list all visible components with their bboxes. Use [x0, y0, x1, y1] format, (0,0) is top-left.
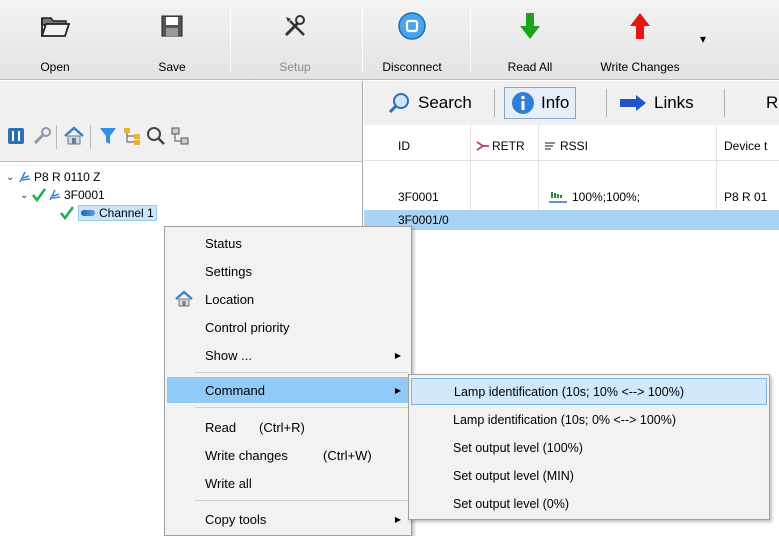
- tab-separator: [724, 89, 725, 117]
- arrow-down-icon: [519, 4, 541, 48]
- write-changes-button[interactable]: Write Changes: [592, 4, 688, 76]
- save-label: Save: [158, 60, 186, 74]
- setup-label: Setup: [279, 60, 311, 74]
- signal-icon: [544, 140, 556, 152]
- cell-rssi: 100%;100%;: [548, 190, 640, 204]
- tab-separator: [494, 89, 495, 117]
- tab-search[interactable]: Search: [382, 87, 478, 119]
- toolbar-separator: [362, 8, 363, 72]
- open-button[interactable]: Open: [30, 4, 80, 76]
- retransmit-icon: [476, 140, 490, 152]
- filter-icon[interactable]: [96, 124, 120, 148]
- menu-separator: [195, 407, 409, 408]
- write-changes-label: Write Changes: [600, 60, 680, 74]
- search-icon: [388, 92, 412, 114]
- tab-search-label: Search: [418, 93, 472, 112]
- home-icon: [175, 290, 193, 308]
- check-icon: [60, 206, 78, 220]
- expanded-chevron-icon[interactable]: ⌄: [6, 172, 18, 183]
- tab-links-label: Links: [654, 93, 694, 112]
- column-header-id[interactable]: ID: [398, 139, 410, 153]
- submenu-arrow-icon: ▶: [394, 514, 401, 524]
- menu-item-status[interactable]: Status: [167, 230, 409, 256]
- menu-item-write-changes[interactable]: Write changes (Ctrl+W): [167, 442, 409, 468]
- tree-node-channel[interactable]: Channel 1: [60, 204, 157, 222]
- submenu-item-output-100[interactable]: Set output level (100%): [411, 434, 767, 461]
- menu-item-copy-tools[interactable]: Copy tools ▶: [167, 506, 409, 532]
- menu-item-read[interactable]: Read (Ctrl+R): [167, 414, 409, 440]
- save-button[interactable]: Save: [150, 4, 194, 76]
- wrench-icon[interactable]: [30, 124, 54, 148]
- tab-partial-label: R: [766, 93, 779, 112]
- network-view-icon[interactable]: [168, 124, 192, 148]
- check-icon: [32, 188, 48, 202]
- menu-item-control-priority[interactable]: Control priority: [167, 314, 409, 340]
- command-submenu: Lamp identification (10s; 10% <--> 100%)…: [408, 374, 770, 520]
- submenu-arrow-icon: ▶: [394, 385, 401, 395]
- setup-button[interactable]: Setup: [270, 4, 320, 76]
- info-icon: [511, 91, 535, 115]
- tab-info-label: Info: [541, 93, 570, 112]
- expanded-chevron-icon[interactable]: ⌄: [20, 190, 32, 201]
- column-header-rssi[interactable]: RSSI: [544, 139, 588, 153]
- tools-icon: [282, 4, 308, 48]
- menu-item-settings[interactable]: Settings: [167, 258, 409, 284]
- submenu-item-output-min[interactable]: Set output level (MIN): [411, 462, 767, 489]
- antenna-icon: [18, 170, 34, 184]
- menu-item-write-all[interactable]: Write all: [167, 470, 409, 496]
- tree-root-label: P8 R 0110 Z: [34, 170, 101, 184]
- signal-strength-icon: [548, 190, 568, 204]
- cell-id: 3F0001: [398, 190, 439, 204]
- disconnect-label: Disconnect: [382, 60, 442, 74]
- tree-channel-item: Channel 1: [78, 205, 157, 221]
- column-header-device-type[interactable]: Device t: [724, 139, 767, 153]
- submenu-item-output-0[interactable]: Set output level (0%): [411, 490, 767, 517]
- tree-toolbar-separator: [56, 125, 57, 149]
- menu-item-command[interactable]: Command ▶: [167, 377, 409, 403]
- column-header-retr[interactable]: RETR: [476, 139, 525, 153]
- tree-toolbar: [0, 81, 362, 162]
- cell-device-type: P8 R 01: [724, 190, 768, 204]
- tab-info[interactable]: Info: [504, 87, 577, 119]
- menu-item-show[interactable]: Show ... ▶: [167, 342, 409, 368]
- cell-id: 3F0001/0: [398, 213, 449, 227]
- floppy-disk-icon: [160, 4, 184, 48]
- menu-item-location[interactable]: Location: [167, 286, 409, 312]
- arrow-up-icon: [629, 4, 651, 48]
- tab-partial[interactable]: R: [760, 87, 779, 119]
- menu-separator: [195, 372, 409, 373]
- channel-icon: [81, 210, 95, 216]
- submenu-item-lamp-id-10[interactable]: Lamp identification (10s; 10% <--> 100%): [411, 378, 767, 405]
- menu-separator: [195, 500, 409, 501]
- module-info-icon[interactable]: [4, 124, 28, 148]
- tab-separator: [606, 89, 607, 117]
- read-all-button[interactable]: Read All: [500, 4, 560, 76]
- tree-channel-label: Channel 1: [99, 206, 154, 220]
- table-row[interactable]: 3F0001 100%;100%; P8 R 01: [364, 187, 779, 207]
- tree-toolbar-separator: [90, 125, 91, 149]
- antenna-icon: [48, 188, 64, 202]
- table-row[interactable]: 3F0001/0: [364, 210, 779, 230]
- submenu-item-lamp-id-0[interactable]: Lamp identification (10s; 0% <--> 100%): [411, 406, 767, 433]
- tree-node-root[interactable]: ⌄ P8 R 0110 Z: [6, 168, 100, 186]
- submenu-arrow-icon: ▶: [394, 350, 401, 360]
- magnifier-icon[interactable]: [144, 124, 168, 148]
- folder-open-icon: [40, 4, 70, 48]
- disconnect-button[interactable]: Disconnect: [376, 4, 448, 76]
- context-menu: Status Settings Location Control priorit…: [164, 226, 412, 536]
- disconnect-icon: [397, 4, 427, 48]
- home-icon[interactable]: [62, 124, 86, 148]
- arrow-right-icon: [618, 94, 648, 112]
- open-label: Open: [40, 60, 70, 74]
- toolbar-separator: [470, 8, 471, 72]
- details-tabbar: Search Info Links R: [364, 81, 779, 125]
- toolbar-separator: [230, 8, 231, 72]
- main-toolbar: Open Save Setup Disconnect Read All Writ…: [0, 0, 779, 80]
- hierarchy-icon[interactable]: [120, 124, 144, 148]
- tab-links[interactable]: Links: [612, 87, 700, 119]
- write-changes-dropdown[interactable]: ▾: [700, 32, 706, 46]
- read-all-label: Read All: [507, 60, 553, 74]
- tree-node-device[interactable]: ⌄ 3F0001: [20, 186, 105, 204]
- tree-device-label: 3F0001: [64, 188, 105, 202]
